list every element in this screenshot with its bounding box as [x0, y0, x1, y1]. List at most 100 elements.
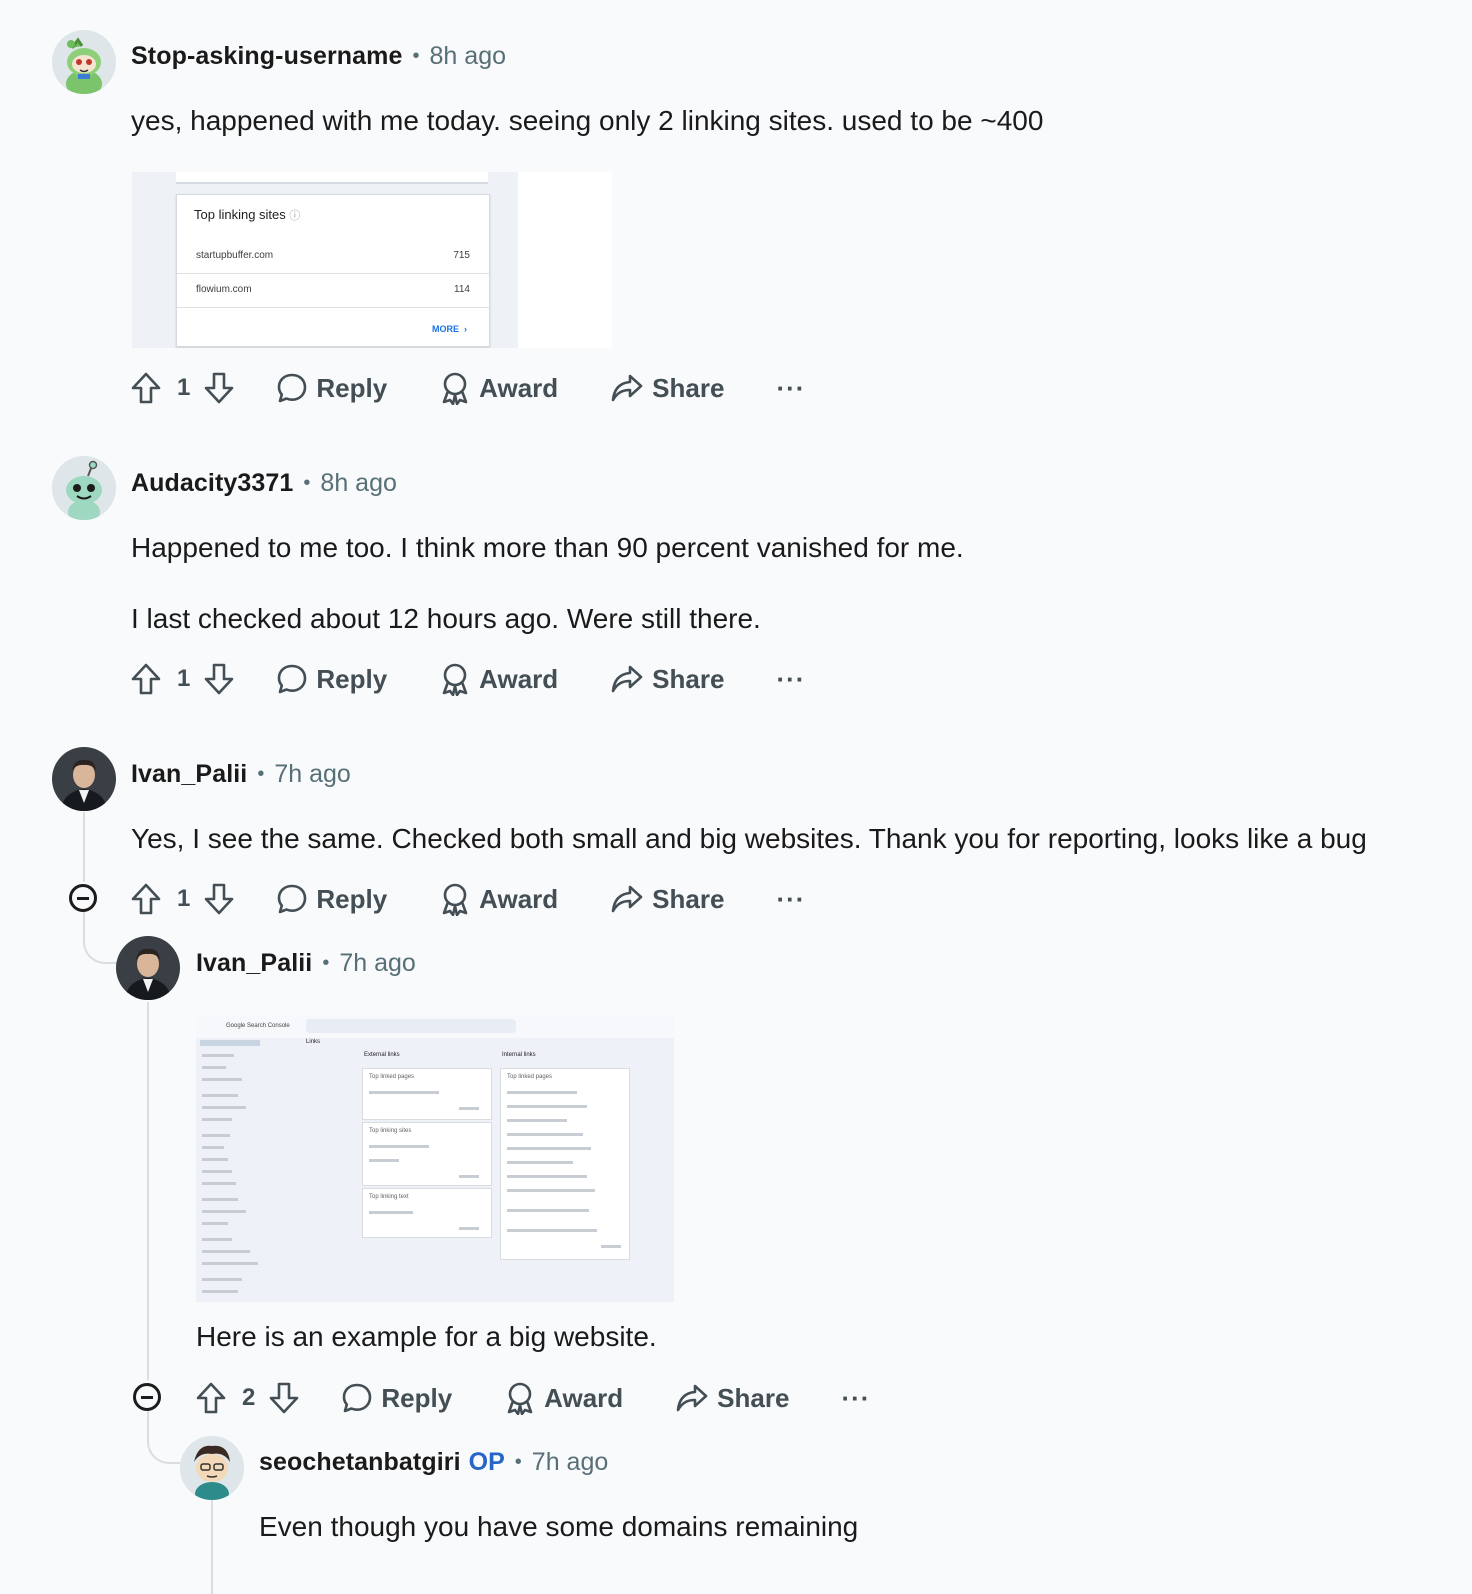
linking-sites-card: Top linking sites ⓘ startupbuffer.com 71…: [176, 194, 490, 347]
comment-actions: 1 Reply Award Share ···: [131, 366, 805, 410]
upvote-icon: [131, 372, 161, 404]
nav-menu: [202, 1054, 262, 1294]
username[interactable]: seochetanbatgiri: [259, 1448, 461, 1477]
card-edge: [176, 172, 488, 184]
separator: •: [322, 951, 330, 974]
share-icon: [611, 374, 643, 402]
comment-body: yes, happened with me today. seeing only…: [131, 105, 1044, 136]
card-title: Top linking sites ⓘ: [194, 207, 301, 222]
upvote-button[interactable]: [131, 883, 161, 915]
reply-button[interactable]: Reply: [276, 372, 387, 404]
thread-connector: [83, 912, 119, 964]
award-button[interactable]: Award: [504, 1381, 623, 1415]
username[interactable]: Audacity3371: [131, 469, 293, 498]
thread-line: [83, 812, 85, 882]
internal-links-label: Internal links: [502, 1052, 536, 1058]
comment-actions: 1 Reply Award Share ···: [131, 877, 805, 921]
award-button[interactable]: Award: [439, 371, 558, 405]
vote-count: 1: [177, 665, 191, 692]
comment-actions: 2 Reply Award Share ···: [196, 1376, 870, 1420]
downvote-button[interactable]: [204, 883, 234, 915]
thread-line: [147, 1002, 149, 1380]
more-link: MORE ›: [432, 324, 467, 334]
share-icon: [676, 1384, 708, 1412]
downvote-icon: [205, 883, 234, 915]
more-options-button[interactable]: ···: [776, 664, 805, 695]
award-icon: [442, 883, 468, 916]
share-button[interactable]: Share: [610, 372, 724, 404]
comment-meta: Ivan_Palii • 7h ago: [131, 754, 351, 794]
award-icon: [442, 372, 468, 405]
profile-photo-avatar: [52, 747, 116, 811]
separator: •: [514, 1450, 522, 1473]
search-box: [306, 1019, 516, 1033]
timestamp[interactable]: 7h ago: [532, 1448, 608, 1477]
separator: •: [412, 44, 420, 67]
share-button[interactable]: Share: [610, 883, 724, 915]
reply-button[interactable]: Reply: [276, 883, 387, 915]
profile-photo-avatar: [116, 936, 180, 1000]
property-selector: [200, 1040, 260, 1046]
more-options-button[interactable]: ···: [776, 884, 805, 915]
comment-image[interactable]: Google Search Console Links External lin…: [196, 1016, 674, 1302]
comment-bubble-icon: [278, 884, 307, 914]
comment-meta: seochetanbatgiri OP • 7h ago: [259, 1442, 608, 1482]
top-linking-text-panel: Top linking text: [362, 1188, 492, 1238]
app-name: Google Search Console: [226, 1023, 290, 1029]
timestamp[interactable]: 8h ago: [430, 42, 506, 71]
downvote-button[interactable]: [204, 663, 234, 695]
more-options-button[interactable]: ···: [776, 373, 805, 404]
downvote-icon: [205, 372, 234, 404]
username[interactable]: Ivan_Palii: [196, 949, 312, 978]
timestamp[interactable]: 8h ago: [320, 469, 396, 498]
upvote-button[interactable]: [131, 372, 161, 404]
comment-image[interactable]: Top linking sites ⓘ startupbuffer.com 71…: [132, 172, 612, 348]
avatar[interactable]: [180, 1436, 244, 1500]
downvote-icon: [270, 1382, 299, 1414]
award-icon: [442, 663, 468, 696]
avatar[interactable]: [52, 456, 116, 520]
site-count: 715: [453, 250, 470, 261]
comment-bubble-icon: [343, 1383, 372, 1413]
site-row: startupbuffer.com 715: [196, 250, 470, 261]
comment-bubble-icon: [278, 373, 307, 403]
award-button[interactable]: Award: [439, 662, 558, 696]
downvote-button[interactable]: [204, 372, 234, 404]
upvote-button[interactable]: [131, 663, 161, 695]
collapse-thread-button[interactable]: [69, 884, 97, 912]
timestamp[interactable]: 7h ago: [274, 760, 350, 789]
share-button[interactable]: Share: [675, 1382, 789, 1414]
reply-button[interactable]: Reply: [276, 663, 387, 695]
collapse-thread-button[interactable]: [133, 1383, 161, 1411]
separator: •: [257, 762, 265, 785]
site-row: flowium.com 114: [196, 284, 470, 295]
thread-connector: [147, 1410, 183, 1464]
page-heading: Links: [306, 1039, 321, 1045]
timestamp[interactable]: 7h ago: [339, 949, 415, 978]
more-options-button[interactable]: ···: [841, 1383, 870, 1414]
vote-count: 1: [177, 885, 191, 912]
comment-meta: Stop-asking-username • 8h ago: [131, 36, 506, 76]
award-icon: [507, 1382, 533, 1415]
op-badge: OP: [468, 1447, 505, 1476]
username[interactable]: Ivan_Palii: [131, 760, 247, 789]
comment-body: Here is an example for a big website.: [196, 1321, 657, 1352]
vote-count: 1: [177, 374, 191, 401]
site-name: startupbuffer.com: [196, 250, 274, 261]
award-button[interactable]: Award: [439, 882, 558, 916]
avatar[interactable]: [52, 747, 116, 811]
avatar[interactable]: [116, 936, 180, 1000]
upvote-icon: [131, 883, 161, 915]
share-icon: [611, 885, 643, 913]
top-linked-pages-panel: Top linked pages: [362, 1068, 492, 1120]
username[interactable]: Stop-asking-username: [131, 42, 403, 71]
downvote-button[interactable]: [269, 1382, 299, 1414]
avatar[interactable]: [52, 30, 116, 94]
upvote-icon: [196, 1382, 226, 1414]
reply-button[interactable]: Reply: [341, 1382, 452, 1414]
upvote-button[interactable]: [196, 1382, 226, 1414]
comment-body: Even though you have some domains remain…: [259, 1511, 859, 1542]
share-icon: [611, 665, 643, 693]
comment-actions: 1 Reply Award Share ···: [131, 657, 805, 701]
share-button[interactable]: Share: [610, 663, 724, 695]
